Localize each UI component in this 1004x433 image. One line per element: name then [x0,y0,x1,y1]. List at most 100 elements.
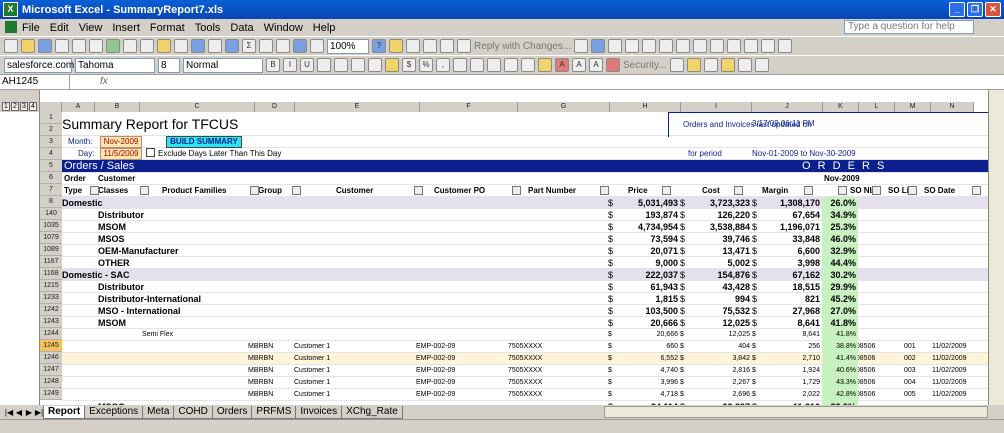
so-date-cell[interactable]: 11/02/2009 [932,365,967,377]
cost-cell[interactable]: 12,025 [694,329,750,341]
row-label[interactable]: MSOM [98,317,126,329]
row-label[interactable]: Domestic [62,197,103,209]
margin-pct-cell[interactable]: 26.0% [822,197,858,209]
period-label[interactable]: for period [688,148,722,160]
customer-cell[interactable]: Customer 1 [294,365,330,377]
month-label[interactable]: Month: [68,136,92,148]
margin-cell[interactable]: 67,162 [766,269,820,281]
form-icon-10[interactable] [761,39,776,53]
margin-pct-cell[interactable]: 38.8% [822,341,858,353]
col-L[interactable]: L [859,102,895,112]
margin-cell[interactable]: 3,998 [766,257,820,269]
orders-header[interactable]: O R D E R S [802,160,886,173]
row-header[interactable]: 4 [40,148,62,160]
cost-cell[interactable]: 75,532 [694,305,750,317]
margin-dollar[interactable]: $ [752,209,757,221]
margin-pct-cell[interactable]: 25.3% [822,221,858,233]
margin-dollar[interactable]: $ [752,329,756,341]
cost-dollar[interactable]: $ [680,233,685,245]
cost-dollar[interactable]: $ [680,317,685,329]
margin-dollar[interactable]: $ [752,245,757,257]
cost-cell[interactable]: 43,428 [694,281,750,293]
tab-orders[interactable]: Orders [211,405,253,419]
chart-wizard-icon[interactable] [293,39,307,53]
po-cell[interactable]: EMP-002-09 [416,389,455,401]
margin-dollar[interactable]: $ [752,233,757,245]
margin-dollar[interactable]: $ [752,221,757,233]
filter-dropdown-icon[interactable] [662,186,671,195]
margin-pct-cell[interactable]: 41.8% [822,329,858,341]
outline-level-2[interactable]: 2 [11,102,19,111]
margin-cell[interactable]: 67,654 [766,209,820,221]
help-search-input[interactable]: Type a question for help [844,20,974,34]
margin-cell[interactable]: 256 [766,341,820,353]
margin-cell[interactable]: 1,924 [766,365,820,377]
filter-dropdown-icon[interactable] [140,186,149,195]
so-line-cell[interactable]: 005 [904,389,916,401]
print-preview-icon[interactable] [89,39,103,53]
margin-dollar[interactable]: $ [752,377,756,389]
review-icon-2[interactable] [423,39,437,53]
cost-dollar[interactable]: $ [680,197,685,209]
margin-dollar[interactable]: $ [752,341,756,353]
restore-button[interactable]: ❐ [967,2,983,17]
col-C[interactable]: C [140,102,255,112]
cost-dollar[interactable]: $ [680,341,684,353]
section-header[interactable]: Orders / Sales [64,160,134,173]
redo-icon[interactable] [208,39,222,53]
tool-icon-4[interactable] [720,58,735,72]
cost-cell[interactable]: 39,746 [694,233,750,245]
so-line-cell[interactable]: 004 [904,377,916,389]
margin-cell[interactable]: 18,515 [766,281,820,293]
menu-data[interactable]: Data [230,22,253,34]
margin-cell[interactable]: 27,968 [766,305,820,317]
price-cell[interactable]: 20,666 [622,329,678,341]
customer-cell[interactable]: Customer 1 [294,377,330,389]
row-label[interactable]: OTHER [98,257,130,269]
price-dollar[interactable]: $ [608,389,612,401]
po-cell[interactable]: EMP-002-09 [416,353,455,365]
col-K[interactable]: K [823,102,859,112]
undo-icon[interactable] [191,39,205,53]
po-cell[interactable]: EMP-002-09 [416,377,455,389]
close-button[interactable]: ✕ [985,2,1001,17]
cost-cell[interactable]: 2,816 [694,365,750,377]
price-cell[interactable]: 9,000 [622,257,678,269]
col-N[interactable]: N [931,102,974,112]
part-cell[interactable]: 7505XXXX [508,377,542,389]
margin-cell[interactable]: 2,022 [766,389,820,401]
paste-icon[interactable] [157,39,171,53]
comma-icon[interactable]: , [436,58,450,72]
customer-header[interactable]: Customer [98,173,135,185]
row-header[interactable]: 1079 [40,232,62,244]
menu-edit[interactable]: Edit [50,22,69,34]
prev-sheet-button[interactable]: ◀ [14,408,24,417]
first-sheet-button[interactable]: |◀ [4,408,14,417]
group-cell[interactable]: MBRBN [248,389,273,401]
cost-dollar[interactable]: $ [680,389,684,401]
margin-pct-cell[interactable]: 41.4% [822,353,858,365]
cost-cell[interactable]: 3,723,323 [694,197,750,209]
filter-dropdown-icon[interactable] [838,186,847,195]
customer-cell[interactable]: Customer 1 [294,389,330,401]
row-label[interactable]: MSO - International [98,305,181,317]
price-dollar[interactable]: $ [608,329,612,341]
group-cell[interactable]: MBRBN [248,341,273,353]
filter-dropdown-icon[interactable] [292,186,301,195]
align-right-icon[interactable] [351,58,365,72]
open-icon[interactable] [21,39,35,53]
grow-font-icon[interactable]: A [572,58,586,72]
row-header[interactable]: 1168 [40,268,62,280]
filter-dropdown-icon[interactable] [908,186,917,195]
price-dollar[interactable]: $ [608,269,613,281]
month-value[interactable]: Nov-2009 [100,136,142,148]
cut-icon[interactable] [123,39,137,53]
tool-icon-1[interactable] [669,58,684,72]
cost-cell[interactable]: 2,267 [694,377,750,389]
form-icon-2[interactable] [625,39,640,53]
margin-dollar[interactable]: $ [752,197,757,209]
sort-descending-icon[interactable] [276,39,290,53]
price-cell[interactable]: 73,594 [622,233,678,245]
col-J[interactable]: J [752,102,823,112]
margin-pct-cell[interactable]: 34.9% [822,209,858,221]
